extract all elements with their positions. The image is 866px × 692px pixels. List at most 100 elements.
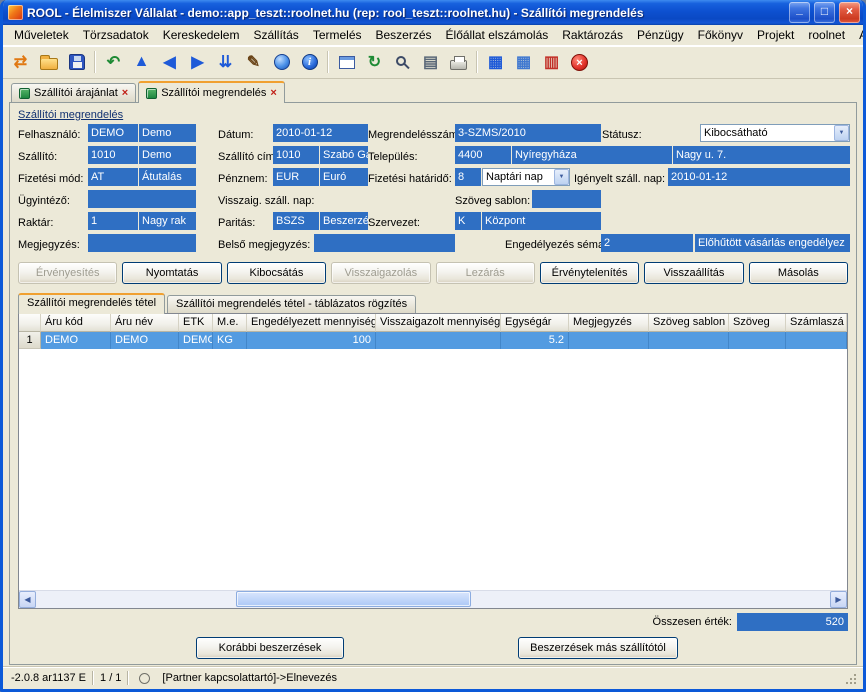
minimize-button[interactable]: _: [789, 2, 810, 23]
visszaigazolas-button[interactable]: Visszaigazolás: [331, 262, 430, 284]
belso-megjegyzes-field[interactable]: [314, 234, 455, 252]
menu-muveletek[interactable]: Műveletek: [7, 26, 76, 44]
undo-icon[interactable]: ↶: [100, 49, 127, 76]
fizetesi-hatarido-field[interactable]: 8: [455, 168, 481, 186]
fizetesi-mod-name-field[interactable]: Átutalás: [139, 168, 196, 186]
cell-etk[interactable]: DEMO: [179, 332, 213, 349]
beszerzesek-mas-szallitotol-button[interactable]: Beszerzések más szállítótól: [518, 637, 678, 659]
forward-icon[interactable]: ▶: [184, 49, 211, 76]
szallito-code-field[interactable]: 1010: [88, 146, 138, 164]
ervenytelenites-button[interactable]: Érvénytelenítés: [540, 262, 639, 284]
menu-admin[interactable]: Admin: [852, 26, 866, 44]
scroll-left-icon[interactable]: ◀: [19, 591, 36, 608]
utca-field[interactable]: Nagy u. 7.: [673, 146, 850, 164]
exit-icon[interactable]: ×: [566, 49, 593, 76]
tab-szallitoi-arajanlat[interactable]: Szállítói árajánlat ×: [11, 83, 136, 102]
igenyelt-szall-nap-field[interactable]: 2010-01-12: [668, 168, 850, 186]
szallito-cim-name-field[interactable]: Szabó Gá: [320, 146, 368, 164]
szervezet-code-field[interactable]: K: [455, 212, 481, 230]
fizetesi-hatarido-unit-combo[interactable]: Naptári nap ▼: [482, 168, 570, 186]
column-header-visszaigazolt[interactable]: Visszaigazolt mennyiség: [376, 314, 501, 332]
column-header-aru-kod[interactable]: Áru kód: [41, 314, 111, 332]
megrendelesszam-field[interactable]: 3-SZMS/2010: [455, 124, 601, 142]
cell-visszaigazolt[interactable]: [376, 332, 501, 349]
cell-szamlaszam[interactable]: [786, 332, 847, 349]
save-icon[interactable]: [63, 49, 90, 76]
szoveg-sablon-field[interactable]: [532, 190, 601, 208]
korabbi-beszerzesek-button[interactable]: Korábbi beszerzések: [196, 637, 344, 659]
engedelyezes-sema-name-field[interactable]: Előhűtött vásárlás engedélyez: [695, 234, 850, 252]
telepules-code-field[interactable]: 4400: [455, 146, 511, 164]
masolas-button[interactable]: Másolás: [749, 262, 848, 284]
column-header-szoveg[interactable]: Szöveg: [729, 314, 786, 332]
menu-szallitas[interactable]: Szállítás: [246, 26, 305, 44]
cell-engedelyezett[interactable]: 100: [247, 332, 376, 349]
grid-icon[interactable]: ▦: [482, 49, 509, 76]
ugyintezo-field[interactable]: [88, 190, 196, 208]
fizetesi-mod-code-field[interactable]: AT: [88, 168, 138, 186]
chevron-down-icon[interactable]: ▼: [554, 169, 569, 185]
paritas-code-field[interactable]: BSZS: [273, 212, 319, 230]
column-header-megjegyzes[interactable]: Megjegyzés: [569, 314, 649, 332]
maximize-button[interactable]: □: [814, 2, 835, 23]
chevron-down-icon[interactable]: ▼: [834, 125, 849, 141]
titlebar[interactable]: ROOL - Élelmiszer Vállalat - demo::app_t…: [3, 0, 863, 25]
menu-kereskedelem[interactable]: Kereskedelem: [156, 26, 247, 44]
scroll-right-icon[interactable]: ▶: [830, 591, 847, 608]
column-header-egysegar[interactable]: Egységár: [501, 314, 569, 332]
cell-egysegar[interactable]: 5.2: [501, 332, 569, 349]
nyomtatas-button[interactable]: Nyomtatás: [122, 262, 221, 284]
column-header-engedelyezett[interactable]: Engedélyezett mennyiség: [247, 314, 376, 332]
cell-megjegyzes[interactable]: [569, 332, 649, 349]
refresh-icon[interactable]: ↻: [361, 49, 388, 76]
tab-tetel[interactable]: Szállítói megrendelés tétel: [18, 293, 165, 314]
resize-grip[interactable]: [843, 671, 857, 685]
table-row[interactable]: 1 DEMO DEMO DEMO KG 100 5.2: [19, 332, 847, 349]
szallito-cim-code-field[interactable]: 1010: [273, 146, 319, 164]
felhasznalo-name-field[interactable]: Demo: [139, 124, 196, 142]
column-header-etk[interactable]: ETK: [179, 314, 213, 332]
scrollbar-thumb[interactable]: [236, 591, 471, 607]
kibocsatas-button[interactable]: Kibocsátás: [227, 262, 326, 284]
menu-eloallat-elszamolas[interactable]: Élőállat elszámolás: [439, 26, 556, 44]
cell-aru-kod[interactable]: DEMO: [41, 332, 111, 349]
penznem-name-field[interactable]: Euró: [320, 168, 368, 186]
raktar-name-field[interactable]: Nagy rak: [139, 212, 196, 230]
cell-me[interactable]: KG: [213, 332, 247, 349]
menu-torzsadatok[interactable]: Törzsadatok: [76, 26, 156, 44]
connect-icon[interactable]: ⇄: [7, 49, 34, 76]
szervezet-name-field[interactable]: Központ: [482, 212, 601, 230]
cell-szoveg-sablon[interactable]: [649, 332, 729, 349]
szallito-name-field[interactable]: Demo: [139, 146, 196, 164]
info-icon[interactable]: i: [296, 49, 323, 76]
visszaallitas-button[interactable]: Visszaállítás: [644, 262, 743, 284]
search-icon[interactable]: [389, 49, 416, 76]
engedelyezes-sema-code-field[interactable]: 2: [601, 234, 693, 252]
column-header-aru-nev[interactable]: Áru név: [111, 314, 179, 332]
edit-icon[interactable]: ✎: [240, 49, 267, 76]
cell-szoveg[interactable]: [729, 332, 786, 349]
menu-termeles[interactable]: Termelés: [306, 26, 369, 44]
telepules-name-field[interactable]: Nyíregyháza: [512, 146, 672, 164]
globe-icon[interactable]: [268, 49, 295, 76]
menu-fokonyv[interactable]: Főkönyv: [691, 26, 750, 44]
megjegyzes-field[interactable]: [88, 234, 196, 252]
grid-alt-icon[interactable]: ▦: [510, 49, 537, 76]
ervenyesites-button[interactable]: Érvényesítés: [18, 262, 117, 284]
up-icon[interactable]: ▲: [128, 49, 155, 76]
tab-szallitoi-megrendeles[interactable]: Szállítói megrendelés ×: [138, 81, 285, 103]
form-heading-link[interactable]: Szállítói megrendelés: [18, 109, 123, 121]
tab-tetel-tablazatos[interactable]: Szállítói megrendelés tétel - táblázatos…: [167, 295, 416, 313]
statusz-combo[interactable]: Kibocsátható ▼: [700, 124, 850, 142]
rows-icon[interactable]: ▤: [417, 49, 444, 76]
paritas-name-field[interactable]: Beszerzé: [320, 212, 368, 230]
lezaras-button[interactable]: Lezárás: [436, 262, 535, 284]
print-icon[interactable]: [445, 49, 472, 76]
open-folder-icon[interactable]: [35, 49, 62, 76]
column-header-me[interactable]: M.e.: [213, 314, 247, 332]
tab-close-icon[interactable]: ×: [122, 88, 128, 99]
scrollbar-track[interactable]: [36, 591, 830, 608]
menu-beszerzes[interactable]: Beszerzés: [369, 26, 439, 44]
cell-aru-nev[interactable]: DEMO: [111, 332, 179, 349]
raktar-code-field[interactable]: 1: [88, 212, 138, 230]
